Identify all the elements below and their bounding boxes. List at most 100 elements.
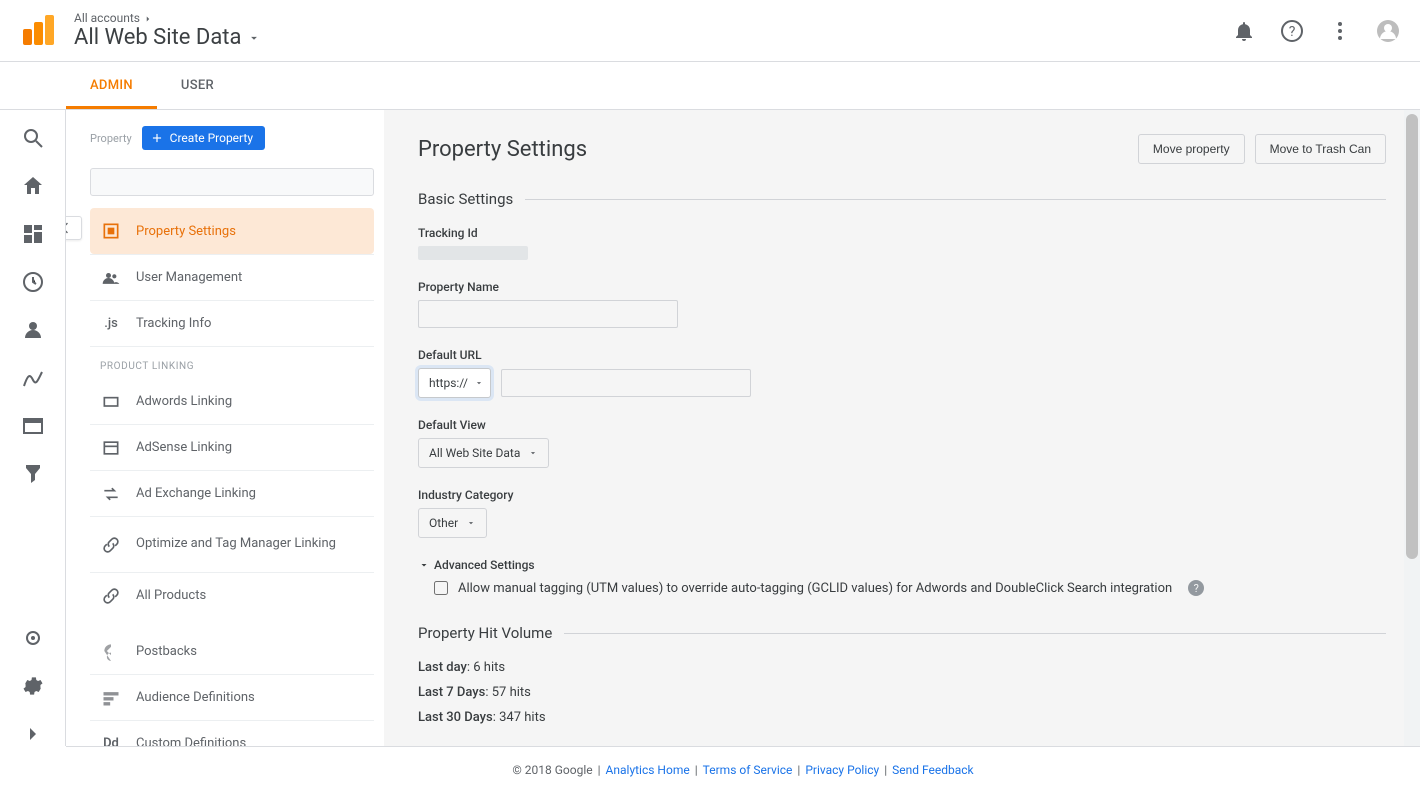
admin-user-tabs: ADMIN USER <box>0 62 1420 110</box>
adwords-icon <box>100 390 122 412</box>
footer-privacy[interactable]: Privacy Policy <box>805 763 879 777</box>
sidebar-item-label: Tracking Info <box>136 316 211 331</box>
tracking-id-value <box>418 246 528 260</box>
discover-icon[interactable] <box>21 626 45 650</box>
tab-user[interactable]: USER <box>157 62 238 109</box>
notifications-icon[interactable] <box>1232 19 1256 43</box>
account-icon[interactable] <box>1376 19 1400 43</box>
top-header: All accounts All Web Site Data ? <box>0 0 1420 62</box>
home-icon[interactable] <box>21 174 45 198</box>
manual-tagging-label: Allow manual tagging (UTM values) to ove… <box>458 581 1172 596</box>
left-icon-rail <box>0 110 66 746</box>
ga-logo <box>20 13 56 49</box>
audience-icon <box>100 687 122 709</box>
caret-down-icon <box>474 378 484 388</box>
admin-gear-icon[interactable] <box>21 674 45 698</box>
footer-terms[interactable]: Terms of Service <box>703 763 793 777</box>
conversions-icon[interactable] <box>21 462 45 486</box>
footer-copyright: © 2018 Google <box>512 763 592 777</box>
scrollbar[interactable] <box>1404 110 1420 746</box>
triangle-down-icon <box>418 559 430 571</box>
nav-audience-definitions[interactable]: Audience Definitions <box>90 674 374 720</box>
page-title: Property Settings <box>418 137 587 162</box>
manual-tagging-checkbox[interactable] <box>434 581 448 595</box>
protocol-select[interactable]: https:// <box>418 368 491 398</box>
behavior-icon[interactable] <box>21 414 45 438</box>
nav-adsense-linking[interactable]: AdSense Linking <box>90 424 374 470</box>
hit-last-7: Last 7 Days: 57 hits <box>418 685 1386 700</box>
basic-settings-section: Basic Settings Tracking Id Property Name… <box>418 190 1386 596</box>
nav-all-products[interactable]: All Products <box>90 572 374 618</box>
nav-property-settings[interactable]: Property Settings <box>90 208 374 254</box>
industry-category-select[interactable]: Other <box>418 508 487 538</box>
nav-adwords-linking[interactable]: Adwords Linking <box>90 378 374 424</box>
default-view-select[interactable]: All Web Site Data <box>418 438 549 468</box>
hit-last-day: Last day: 6 hits <box>418 660 1386 675</box>
svg-text:?: ? <box>1289 24 1296 40</box>
js-icon: .js <box>100 313 122 335</box>
create-property-button[interactable]: Create Property <box>142 126 265 150</box>
property-label: Property <box>90 132 132 145</box>
sidebar-item-label: Postbacks <box>136 644 197 659</box>
property-name-label: Property Name <box>418 280 1386 294</box>
sidebar-item-label: Ad Exchange Linking <box>136 486 256 501</box>
caret-down-icon <box>466 518 476 528</box>
settings-icon <box>100 220 122 242</box>
advanced-settings-toggle[interactable]: Advanced Settings <box>418 558 1386 572</box>
move-property-button[interactable]: Move property <box>1138 134 1245 164</box>
footer-feedback[interactable]: Send Feedback <box>892 763 974 777</box>
collapse-icon[interactable] <box>21 722 45 746</box>
property-sidebar: Property Create Property Property Settin… <box>66 110 384 746</box>
property-name-input[interactable] <box>418 300 678 328</box>
default-url-label: Default URL <box>418 348 1386 362</box>
hit-last-30: Last 30 Days: 347 hits <box>418 710 1386 725</box>
sidebar-item-label: Audience Definitions <box>136 690 255 705</box>
industry-category-label: Industry Category <box>418 488 1386 502</box>
arrow-left-icon <box>66 220 73 236</box>
hit-volume-legend: Property Hit Volume <box>418 624 564 642</box>
clock-icon[interactable] <box>21 270 45 294</box>
default-view-label: Default View <box>418 418 1386 432</box>
person-icon[interactable] <box>21 318 45 342</box>
sidebar-item-label: Property Settings <box>136 224 236 239</box>
caret-down-icon <box>528 448 538 458</box>
exchange-icon <box>100 483 122 505</box>
sidebar-item-label: Adwords Linking <box>136 394 232 409</box>
nav-adexchange-linking[interactable]: Ad Exchange Linking <box>90 470 374 516</box>
property-hit-volume-section: Property Hit Volume Last day: 6 hits Las… <box>418 624 1386 735</box>
move-to-trash-button[interactable]: Move to Trash Can <box>1255 134 1386 164</box>
dd-icon: Dd <box>100 733 122 747</box>
sidebar-item-label: Optimize and Tag Manager Linking <box>136 536 336 553</box>
help-question-icon[interactable]: ? <box>1188 580 1204 596</box>
sidebar-item-label: All Products <box>136 588 206 603</box>
nav-tracking-info[interactable]: .js Tracking Info <box>90 300 374 346</box>
plus-icon <box>150 131 164 145</box>
nav-custom-definitions[interactable]: Dd Custom Definitions <box>90 720 374 746</box>
default-url-input[interactable] <box>501 369 751 397</box>
product-linking-section-header: PRODUCT LINKING <box>90 346 374 378</box>
search-icon[interactable] <box>21 126 45 150</box>
tracking-id-label: Tracking Id <box>418 226 1386 240</box>
caret-down-icon <box>247 31 261 45</box>
sidebar-item-label: User Management <box>136 270 242 285</box>
help-icon[interactable]: ? <box>1280 19 1304 43</box>
group-icon <box>100 267 122 289</box>
nav-user-management[interactable]: User Management <box>90 254 374 300</box>
nav-optimize-tagmanager[interactable]: Optimize and Tag Manager Linking <box>90 516 374 572</box>
property-title[interactable]: All Web Site Data <box>74 25 261 50</box>
postbacks-icon <box>100 640 122 662</box>
tab-admin[interactable]: ADMIN <box>66 62 157 109</box>
link-icon <box>100 585 122 607</box>
basic-settings-legend: Basic Settings <box>418 190 525 208</box>
more-vert-icon[interactable] <box>1328 19 1352 43</box>
scrollbar-thumb[interactable] <box>1406 114 1418 559</box>
breadcrumb[interactable]: All accounts <box>74 11 261 25</box>
nav-postbacks[interactable]: Postbacks <box>90 628 374 674</box>
footer-analytics-home[interactable]: Analytics Home <box>606 763 690 777</box>
back-button[interactable] <box>66 216 82 240</box>
sidebar-item-label: AdSense Linking <box>136 440 232 455</box>
acquisition-icon[interactable] <box>21 366 45 390</box>
dashboard-icon[interactable] <box>21 222 45 246</box>
footer: © 2018 Google | Analytics Home | Terms o… <box>66 746 1420 792</box>
property-selector[interactable] <box>90 168 374 196</box>
